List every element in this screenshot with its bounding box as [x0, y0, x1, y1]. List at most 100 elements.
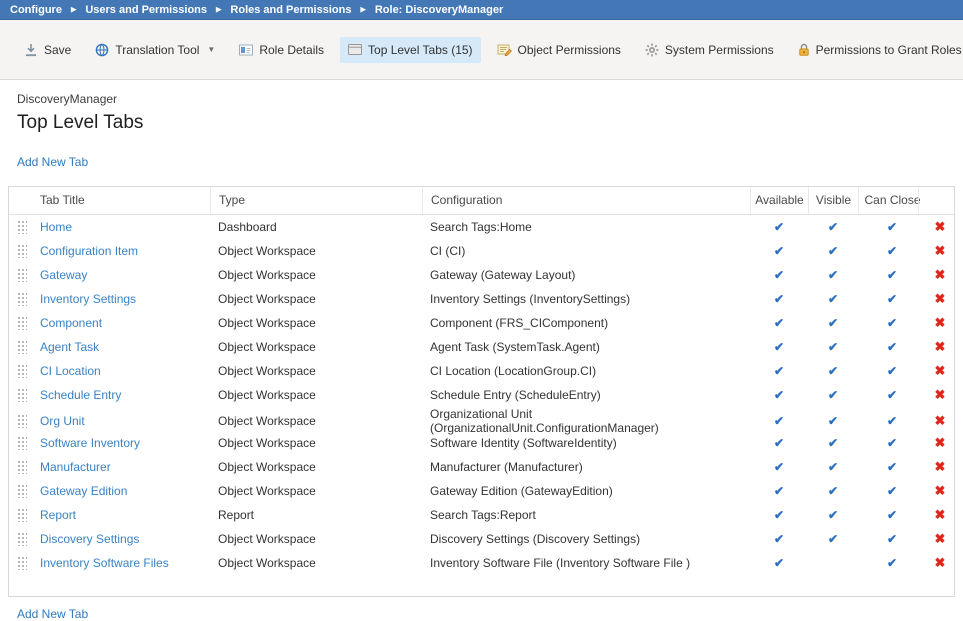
row-title-link[interactable]: CI Location: [40, 364, 218, 378]
available-check[interactable]: ✔: [750, 364, 808, 378]
drag-handle-icon[interactable]: [17, 436, 27, 450]
drag-handle-icon[interactable]: [17, 316, 27, 330]
available-check[interactable]: ✔: [750, 414, 808, 428]
delete-row-icon[interactable]: ✖: [926, 387, 954, 403]
row-title-link[interactable]: Report: [40, 508, 218, 522]
delete-row-icon[interactable]: ✖: [926, 413, 954, 429]
can-close-check[interactable]: ✔: [858, 484, 926, 498]
can-close-check[interactable]: ✔: [858, 244, 926, 258]
row-title-link[interactable]: Schedule Entry: [40, 388, 218, 402]
delete-row-icon[interactable]: ✖: [926, 363, 954, 379]
drag-handle-icon[interactable]: [17, 460, 27, 474]
delete-row-icon[interactable]: ✖: [926, 459, 954, 475]
delete-row-icon[interactable]: ✖: [926, 291, 954, 307]
row-title-link[interactable]: Org Unit: [40, 414, 218, 428]
drag-handle-icon[interactable]: [17, 244, 27, 258]
delete-row-icon[interactable]: ✖: [926, 339, 954, 355]
visible-check[interactable]: ✔: [808, 388, 858, 402]
row-title-link[interactable]: Manufacturer: [40, 460, 218, 474]
delete-row-icon[interactable]: ✖: [926, 531, 954, 547]
delete-row-icon[interactable]: ✖: [926, 435, 954, 451]
breadcrumb-item[interactable]: Role: DiscoveryManager: [375, 4, 503, 16]
visible-check[interactable]: ✔: [808, 316, 858, 330]
visible-check[interactable]: ✔: [808, 414, 858, 428]
available-check[interactable]: ✔: [750, 292, 808, 306]
row-title-link[interactable]: Gateway: [40, 268, 218, 282]
drag-handle-icon[interactable]: [17, 268, 27, 282]
visible-check[interactable]: ✔: [808, 532, 858, 546]
drag-handle-icon[interactable]: [17, 340, 27, 354]
available-check[interactable]: ✔: [750, 508, 808, 522]
drag-handle-icon[interactable]: [17, 292, 27, 306]
drag-handle-icon[interactable]: [17, 508, 27, 522]
available-check[interactable]: ✔: [750, 220, 808, 234]
visible-check[interactable]: ✔: [808, 292, 858, 306]
visible-check[interactable]: ✔: [808, 244, 858, 258]
available-check[interactable]: ✔: [750, 340, 808, 354]
delete-row-icon[interactable]: ✖: [926, 555, 954, 571]
can-close-check[interactable]: ✔: [858, 532, 926, 546]
row-title-link[interactable]: Component: [40, 316, 218, 330]
system-permissions-button[interactable]: System Permissions: [637, 37, 782, 63]
object-permissions-button[interactable]: Object Permissions: [489, 37, 629, 63]
available-check[interactable]: ✔: [750, 316, 808, 330]
available-check[interactable]: ✔: [750, 532, 808, 546]
can-close-check[interactable]: ✔: [858, 460, 926, 474]
drag-handle-icon[interactable]: [17, 364, 27, 378]
row-title-link[interactable]: Discovery Settings: [40, 532, 218, 546]
row-title-link[interactable]: Agent Task: [40, 340, 218, 354]
row-title-link[interactable]: Configuration Item: [40, 244, 218, 258]
permissions-to-grant-roles-button[interactable]: Permissions to Grant Roles: [790, 37, 963, 63]
row-title-link[interactable]: Gateway Edition: [40, 484, 218, 498]
available-check[interactable]: ✔: [750, 436, 808, 450]
delete-row-icon[interactable]: ✖: [926, 243, 954, 259]
can-close-check[interactable]: ✔: [858, 268, 926, 282]
breadcrumb-item[interactable]: Users and Permissions: [85, 4, 207, 16]
delete-row-icon[interactable]: ✖: [926, 315, 954, 331]
available-check[interactable]: ✔: [750, 484, 808, 498]
visible-check[interactable]: ✔: [808, 508, 858, 522]
delete-row-icon[interactable]: ✖: [926, 219, 954, 235]
breadcrumb-item[interactable]: Roles and Permissions: [230, 4, 351, 16]
visible-check[interactable]: ✔: [808, 364, 858, 378]
can-close-check[interactable]: ✔: [858, 556, 926, 570]
visible-check[interactable]: ✔: [808, 460, 858, 474]
row-title-link[interactable]: Inventory Software Files: [40, 556, 218, 570]
available-check[interactable]: ✔: [750, 268, 808, 282]
available-check[interactable]: ✔: [750, 556, 808, 570]
visible-check[interactable]: ✔: [808, 268, 858, 282]
role-details-button[interactable]: Role Details: [231, 37, 332, 63]
delete-row-icon[interactable]: ✖: [926, 267, 954, 283]
drag-handle-icon[interactable]: [17, 532, 27, 546]
can-close-check[interactable]: ✔: [858, 508, 926, 522]
top-level-tabs-button[interactable]: Top Level Tabs (15): [340, 37, 481, 63]
translation-tool-button[interactable]: Translation Tool ▼: [87, 37, 223, 63]
can-close-check[interactable]: ✔: [858, 292, 926, 306]
visible-check[interactable]: ✔: [808, 436, 858, 450]
visible-check[interactable]: ✔: [808, 220, 858, 234]
drag-handle-icon[interactable]: [17, 220, 27, 234]
save-button[interactable]: Save: [16, 37, 79, 63]
visible-check[interactable]: ✔: [808, 484, 858, 498]
drag-handle-icon[interactable]: [17, 556, 27, 570]
row-title-link[interactable]: Inventory Settings: [40, 292, 218, 306]
can-close-check[interactable]: ✔: [858, 436, 926, 450]
available-check[interactable]: ✔: [750, 388, 808, 402]
visible-check[interactable]: ✔: [808, 340, 858, 354]
can-close-check[interactable]: ✔: [858, 316, 926, 330]
can-close-check[interactable]: ✔: [858, 340, 926, 354]
available-check[interactable]: ✔: [750, 244, 808, 258]
add-new-tab-link-top[interactable]: Add New Tab: [17, 155, 88, 169]
can-close-check[interactable]: ✔: [858, 364, 926, 378]
breadcrumb-item[interactable]: Configure: [10, 4, 62, 16]
can-close-check[interactable]: ✔: [858, 220, 926, 234]
drag-handle-icon[interactable]: [17, 414, 27, 428]
can-close-check[interactable]: ✔: [858, 414, 926, 428]
delete-row-icon[interactable]: ✖: [926, 507, 954, 523]
row-title-link[interactable]: Home: [40, 220, 218, 234]
available-check[interactable]: ✔: [750, 460, 808, 474]
add-new-tab-link-bottom[interactable]: Add New Tab: [17, 607, 88, 621]
drag-handle-icon[interactable]: [17, 484, 27, 498]
row-title-link[interactable]: Software Inventory: [40, 436, 218, 450]
delete-row-icon[interactable]: ✖: [926, 483, 954, 499]
